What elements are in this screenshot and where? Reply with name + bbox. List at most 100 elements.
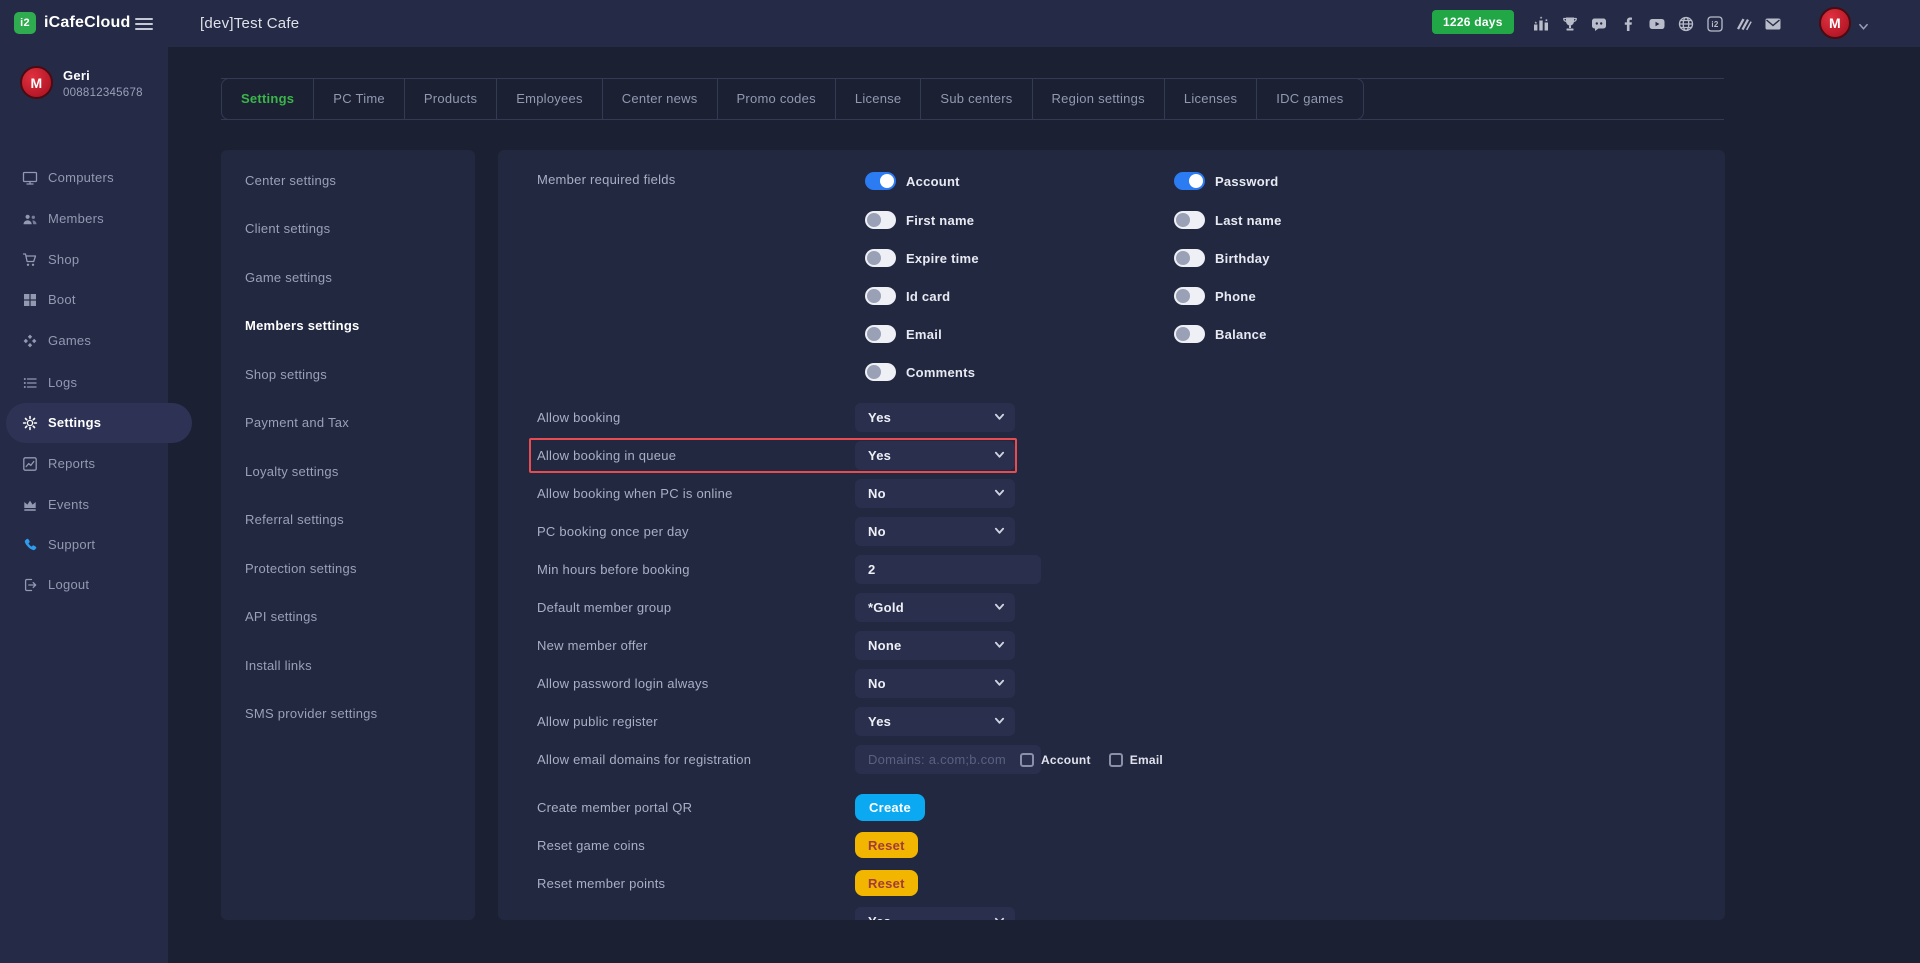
toggle-last-name[interactable] — [1174, 211, 1205, 229]
shop-icon — [22, 252, 38, 268]
sidebar-item-reports[interactable]: Reports — [0, 444, 168, 484]
toggle-balance[interactable] — [1174, 325, 1205, 343]
toggle-first-name[interactable] — [865, 211, 896, 229]
mail-icon[interactable] — [1764, 15, 1782, 33]
settings-nav-loyalty-settings[interactable]: Loyalty settings — [245, 462, 339, 482]
sidebar-item-logout[interactable]: Logout — [0, 565, 168, 605]
layers-icon[interactable] — [1735, 15, 1753, 33]
icafecloud-icon[interactable]: i2 — [1706, 15, 1724, 33]
tab-region-settings[interactable]: Region settings — [1032, 79, 1164, 119]
settings-nav-sms-provider-settings[interactable]: SMS provider settings — [245, 704, 377, 724]
toggle-expire-time[interactable] — [865, 249, 896, 267]
settings-nav-shop-settings[interactable]: Shop settings — [245, 365, 327, 385]
sidebar-item-label: Members — [48, 199, 104, 239]
select-pc-booking-once-per-day[interactable]: No — [855, 517, 1015, 546]
header-avatar[interactable]: M — [1819, 7, 1851, 39]
globe-icon[interactable] — [1677, 15, 1695, 33]
chevron-down-icon — [994, 485, 1005, 503]
select-default-member-group[interactable]: *Gold — [855, 593, 1015, 622]
tab-promo-codes[interactable]: Promo codes — [717, 79, 835, 119]
user-avatar[interactable]: M — [20, 66, 53, 99]
checkbox-account[interactable]: Account — [1020, 753, 1091, 767]
toggle-password[interactable] — [1174, 172, 1205, 190]
input-min-hours-before-booking[interactable] — [855, 555, 1041, 584]
button-reset-member-points[interactable]: Reset — [855, 870, 918, 896]
settings-nav-game-settings[interactable]: Game settings — [245, 268, 332, 288]
settings-icon — [22, 415, 38, 431]
settings-nav-members-settings[interactable]: Members settings — [245, 316, 360, 336]
select-allow-booking-when-pc-is-online[interactable]: No — [855, 479, 1015, 508]
menu-toggle-icon[interactable] — [135, 15, 153, 33]
tab-idc-games[interactable]: IDC games — [1256, 79, 1362, 119]
select-new-member-offer[interactable]: None — [855, 631, 1015, 660]
select-value: Yes — [868, 448, 891, 463]
license-days-badge[interactable]: 1226 days — [1432, 10, 1514, 34]
toggle-account[interactable] — [865, 172, 896, 190]
toggle-email[interactable] — [865, 325, 896, 343]
checkbox-email[interactable]: Email — [1109, 753, 1163, 767]
toggle-row-comments: Comments — [865, 363, 975, 381]
facebook-icon[interactable] — [1619, 15, 1637, 33]
settings-nav-panel: Center settings Client settings Game setti… — [221, 150, 475, 920]
settings-nav-install-links[interactable]: Install links — [245, 656, 312, 676]
toggle-label: Balance — [1215, 327, 1267, 342]
toggle-row-email: Email — [865, 325, 942, 343]
tab-strip: SettingsPC TimeProductsEmployeesCenter n… — [221, 78, 1364, 120]
tab-license[interactable]: License — [835, 79, 921, 119]
row-label-allow-public-register: Allow public register — [537, 707, 658, 736]
youtube-icon[interactable] — [1648, 15, 1666, 33]
chevron-down-icon — [994, 523, 1005, 541]
members-settings-form: Member required fields AccountFirst name… — [498, 150, 1725, 920]
trophy-icon[interactable] — [1561, 15, 1579, 33]
toggle-label: Expire time — [906, 251, 979, 266]
sidebar-item-label: Computers — [48, 158, 114, 198]
chevron-down-icon[interactable] — [1858, 19, 1869, 37]
select-allow-booking[interactable]: Yes — [855, 403, 1015, 432]
settings-nav-api-settings[interactable]: API settings — [245, 607, 317, 627]
sidebar-item-games[interactable]: Games — [0, 321, 168, 361]
sidebar-item-boot[interactable]: Boot — [0, 280, 168, 320]
toggle-label: Comments — [906, 365, 975, 380]
sidebar-item-members[interactable]: Members — [0, 199, 168, 239]
sidebar-item-label: Support — [48, 525, 95, 565]
select-allow-booking-in-queue[interactable]: Yes — [855, 441, 1015, 470]
sidebar-item-events[interactable]: Events — [0, 485, 168, 525]
row-label-default-member-group: Default member group — [537, 593, 671, 622]
ranking-icon[interactable] — [1532, 15, 1550, 33]
select-clipped-row[interactable]: Yes — [855, 907, 1015, 920]
toggle-comments[interactable] — [865, 363, 896, 381]
tab-center-news[interactable]: Center news — [602, 79, 717, 119]
sidebar-item-computers[interactable]: Computers — [0, 158, 168, 198]
cafe-title: [dev]Test Cafe — [200, 0, 299, 47]
discord-icon[interactable] — [1590, 15, 1608, 33]
toggle-phone[interactable] — [1174, 287, 1205, 305]
tab-products[interactable]: Products — [404, 79, 496, 119]
row-label-min-hours-before-booking: Min hours before booking — [537, 555, 690, 584]
button-create-member-portal-qr[interactable]: Create — [855, 794, 925, 821]
select-allow-password-login-always[interactable]: No — [855, 669, 1015, 698]
tab-settings[interactable]: Settings — [222, 79, 313, 119]
toggle-row-birthday: Birthday — [1174, 249, 1270, 267]
settings-nav-payment-and-tax[interactable]: Payment and Tax — [245, 413, 349, 433]
sidebar-item-settings[interactable]: Settings — [0, 403, 168, 443]
tab-licenses[interactable]: Licenses — [1164, 79, 1256, 119]
settings-nav-referral-settings[interactable]: Referral settings — [245, 510, 344, 530]
settings-nav-center-settings[interactable]: Center settings — [245, 171, 336, 191]
chevron-down-icon — [994, 713, 1005, 731]
settings-nav-protection-settings[interactable]: Protection settings — [245, 559, 357, 579]
sidebar-item-shop[interactable]: Shop — [0, 240, 168, 280]
toggle-birthday[interactable] — [1174, 249, 1205, 267]
sidebar-item-label: Logs — [48, 363, 77, 403]
input-allow-email-domains-for-registration[interactable] — [855, 745, 1041, 774]
settings-nav-client-settings[interactable]: Client settings — [245, 219, 330, 239]
logs-icon — [22, 375, 38, 391]
select-allow-public-register[interactable]: Yes — [855, 707, 1015, 736]
sidebar-item-logs[interactable]: Logs — [0, 363, 168, 403]
button-reset-game-coins[interactable]: Reset — [855, 832, 918, 858]
tab-employees[interactable]: Employees — [496, 79, 602, 119]
tab-sub-centers[interactable]: Sub centers — [920, 79, 1031, 119]
sidebar-item-support[interactable]: Support — [0, 525, 168, 565]
tab-pc-time[interactable]: PC Time — [313, 79, 404, 119]
toggle-id-card[interactable] — [865, 287, 896, 305]
chevron-down-icon — [994, 913, 1005, 921]
